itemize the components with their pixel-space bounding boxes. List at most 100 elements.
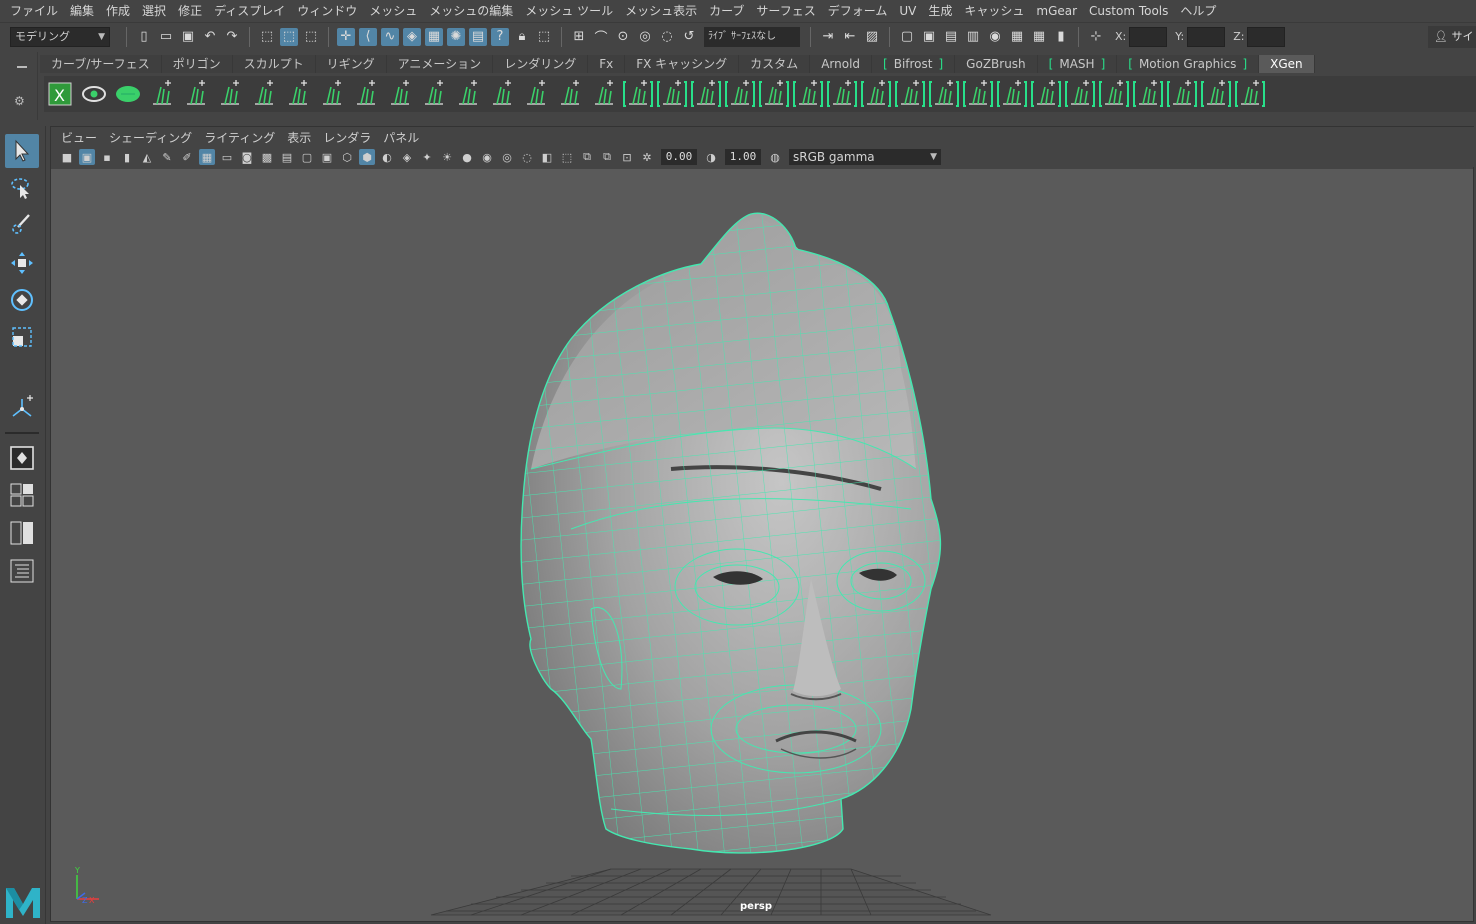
paint-select-tool-icon[interactable]: [5, 208, 39, 242]
menu-set-dropdown[interactable]: モデリング: [10, 26, 110, 47]
bookmarks-icon[interactable]: ▮: [119, 149, 135, 165]
highlight-selection-icon[interactable]: ⬚: [535, 28, 553, 46]
xray-joints-icon[interactable]: ⧉: [579, 149, 595, 165]
exposure-icon[interactable]: ✲: [639, 149, 655, 165]
ipr-render-icon[interactable]: ▤: [942, 28, 960, 46]
isolate-select-icon[interactable]: ◧: [539, 149, 555, 165]
select-curve-mask-icon[interactable]: ∿: [381, 27, 399, 46]
use-all-lights-icon[interactable]: ✦: [419, 149, 435, 165]
xgen-clump-icon[interactable]: [418, 78, 450, 110]
two-pane-layout-icon[interactable]: [5, 516, 39, 550]
menu-item[interactable]: mGear: [1030, 0, 1083, 22]
coord-y-field[interactable]: [1187, 26, 1226, 47]
select-deform-mask-icon[interactable]: ▦: [425, 27, 443, 46]
rotate-tool-icon[interactable]: [5, 283, 39, 317]
panel-menu-item[interactable]: パネル: [377, 129, 425, 146]
xgen-brush-c-icon[interactable]: [724, 78, 756, 110]
menu-item[interactable]: ディスプレイ: [208, 0, 291, 22]
select-joint-mask-icon[interactable]: ⟨: [359, 27, 377, 46]
motion-blur-icon[interactable]: ◉: [479, 149, 495, 165]
shelf-tab[interactable]: FX キャッシング: [625, 55, 740, 73]
shelf-tab[interactable]: Bifrost: [872, 55, 956, 73]
render-view-icon[interactable]: ▢: [898, 28, 916, 46]
coord-x-field[interactable]: [1129, 26, 1168, 47]
outliner-layout-icon[interactable]: [5, 554, 39, 588]
lock-camera-icon[interactable]: ▣: [79, 149, 95, 165]
snap-toggle-icon[interactable]: ↺: [680, 28, 698, 46]
xray-components-icon[interactable]: ⧉: [599, 149, 615, 165]
shelf-tab[interactable]: XGen: [1259, 55, 1315, 73]
xgen-brush-e-icon[interactable]: [792, 78, 824, 110]
shelf-tab[interactable]: カーブ/サーフェス: [40, 55, 162, 73]
menu-item[interactable]: Custom Tools: [1083, 0, 1174, 22]
shadows-icon[interactable]: ☀: [439, 149, 455, 165]
shelf-tab[interactable]: スカルプト: [232, 55, 316, 73]
new-scene-icon[interactable]: ▯: [135, 28, 153, 46]
menu-item[interactable]: メッシュ ツール: [519, 0, 619, 22]
antialiasing-icon[interactable]: ◎: [499, 149, 515, 165]
backface-culling-icon[interactable]: ⊡: [619, 149, 635, 165]
single-pane-layout-icon[interactable]: [5, 441, 39, 475]
input-ops-icon[interactable]: ⇥: [819, 28, 837, 46]
xgen-brush-r-icon[interactable]: [1234, 78, 1266, 110]
hypershade-icon[interactable]: ◉: [986, 28, 1004, 46]
shelf-tab[interactable]: Motion Graphics: [1117, 55, 1260, 73]
ambient-occlusion-icon[interactable]: ●: [459, 149, 475, 165]
menu-item[interactable]: 生成: [922, 0, 958, 22]
panel-menu-item[interactable]: ビュー: [55, 129, 103, 146]
lasso-tool-icon[interactable]: [5, 171, 39, 205]
smooth-shade-icon[interactable]: ⬢: [359, 149, 375, 165]
shelf-tab[interactable]: ポリゴン: [161, 55, 233, 73]
xgen-freeze-icon[interactable]: [452, 78, 484, 110]
select-camera-icon[interactable]: ■: [59, 149, 75, 165]
menu-item[interactable]: ファイル: [4, 0, 64, 22]
select-component-icon[interactable]: ⬚: [302, 28, 320, 46]
view-transform-dropdown[interactable]: sRGB gamma: [789, 149, 941, 165]
image-plane-icon[interactable]: ◭: [139, 149, 155, 165]
shelf-tabs-menu-icon[interactable]: [17, 66, 27, 68]
shelf-tab[interactable]: アニメーション: [386, 55, 494, 73]
coord-z-field[interactable]: [1247, 26, 1286, 47]
menu-item[interactable]: ウィンドウ: [291, 0, 363, 22]
open-scene-icon[interactable]: ▭: [157, 28, 175, 46]
xgen-brush-l-icon[interactable]: [1030, 78, 1062, 110]
panel-menu-item[interactable]: ライティング: [198, 129, 281, 146]
camera-attributes-icon[interactable]: ▪: [99, 149, 115, 165]
xgen-brush-g-icon[interactable]: [860, 78, 892, 110]
menu-item[interactable]: キャッシュ: [958, 0, 1030, 22]
shelf-tab[interactable]: MASH: [1037, 55, 1118, 73]
safe-title-icon[interactable]: ▣: [319, 149, 335, 165]
select-surface-mask-icon[interactable]: ◈: [403, 27, 421, 46]
menu-item[interactable]: 作成: [100, 0, 136, 22]
four-pane-layout-icon[interactable]: [5, 478, 39, 512]
xgen-brush-o-icon[interactable]: [1132, 78, 1164, 110]
xgen-toggle-icon[interactable]: ▮: [1052, 28, 1070, 46]
panel-menu-item[interactable]: シェーディング: [103, 129, 198, 146]
xgen-preview-icon[interactable]: ▦: [1030, 28, 1048, 46]
live-surface-field[interactable]: ﾗｲﾌﾞ ｻｰﾌｪｽなし: [704, 26, 800, 47]
xgen-brush-k-icon[interactable]: [996, 78, 1028, 110]
xgen-comb-icon[interactable]: [384, 78, 416, 110]
safe-action-icon[interactable]: ▢: [299, 149, 315, 165]
select-misc-mask-icon[interactable]: ?: [491, 27, 509, 46]
shelf-editor-gear-icon[interactable]: ⚙: [14, 94, 25, 108]
resolution-gate-icon[interactable]: ◙: [239, 149, 255, 165]
xgen-brush-m-icon[interactable]: [1064, 78, 1096, 110]
menu-item[interactable]: カーブ: [703, 0, 750, 22]
grid-toggle-icon[interactable]: ▦: [199, 149, 215, 165]
render-current-frame-icon[interactable]: ▣: [920, 28, 938, 46]
xgen-density-icon[interactable]: [350, 78, 382, 110]
shelf-tab[interactable]: カスタム: [739, 55, 811, 73]
shelf-tab[interactable]: リギング: [315, 55, 387, 73]
xgen-interactive-groom-icon[interactable]: [112, 78, 144, 110]
xgen-tool-b-icon[interactable]: [554, 78, 586, 110]
wireframe-on-shaded-icon[interactable]: ◐: [379, 149, 395, 165]
redo-icon[interactable]: ↷: [223, 28, 241, 46]
panel-menu-item[interactable]: レンダラ: [317, 129, 377, 146]
xgen-tool-a-icon[interactable]: [520, 78, 552, 110]
shelf-tab[interactable]: レンダリング: [493, 55, 589, 73]
menu-item[interactable]: UV: [893, 0, 922, 22]
shelf-tab[interactable]: Fx: [588, 55, 626, 73]
xgen-brush-i-icon[interactable]: [928, 78, 960, 110]
output-ops-icon[interactable]: ⇤: [841, 28, 859, 46]
